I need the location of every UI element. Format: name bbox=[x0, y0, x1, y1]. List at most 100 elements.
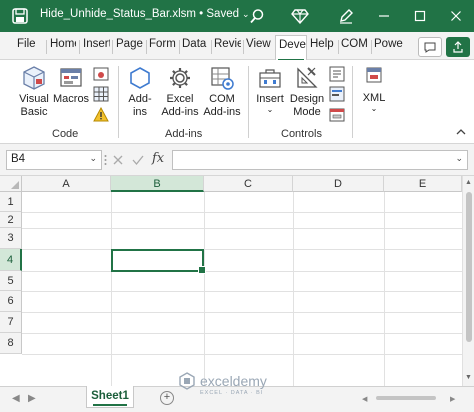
horizontal-scrollbar[interactable]: ◀ ▶ bbox=[360, 393, 460, 403]
cancel-icon[interactable] bbox=[112, 154, 124, 166]
select-all-button[interactable] bbox=[0, 176, 22, 192]
insert-control-button[interactable]: Insert ⌄ bbox=[254, 65, 286, 114]
column-header-a[interactable]: A bbox=[22, 176, 111, 192]
gear-icon bbox=[170, 68, 190, 88]
pen-icon[interactable] bbox=[334, 4, 358, 28]
excel-save-icon[interactable] bbox=[8, 4, 32, 28]
share-button[interactable] bbox=[446, 37, 470, 57]
restore-icon[interactable] bbox=[408, 4, 432, 28]
ribbon-developer: Visual Basic Macros Code Add- ins Excel … bbox=[0, 60, 474, 144]
close-icon[interactable] bbox=[444, 4, 468, 28]
visual-basic-button[interactable]: Visual Basic bbox=[14, 65, 54, 119]
ribbon-tabs: File Home Insert Page Form Data Revie Vi… bbox=[0, 32, 474, 61]
macros-button[interactable]: Macros bbox=[53, 65, 89, 106]
xml-source-icon[interactable] bbox=[366, 67, 382, 83]
row-header-8[interactable]: 8 bbox=[0, 333, 22, 354]
grid-line bbox=[22, 291, 462, 292]
row-header-5[interactable]: 5 bbox=[0, 271, 22, 291]
insert-control-label: Insert bbox=[256, 93, 284, 105]
column-header-e[interactable]: E bbox=[384, 176, 462, 192]
formula-bar: B4 ⌄ fx ⌄ bbox=[0, 144, 474, 176]
name-box[interactable]: B4 ⌄ bbox=[6, 150, 102, 170]
run-dialog-icon[interactable] bbox=[329, 107, 345, 123]
grid-line bbox=[22, 249, 462, 250]
worksheet-grid[interactable]: A B C D E 1 2 3 4 5 6 7 8 ▲ ▼ bbox=[0, 176, 474, 386]
scrollbar-thumb[interactable] bbox=[466, 192, 472, 342]
tab-file[interactable]: File bbox=[17, 38, 39, 50]
tab-page-layout[interactable]: Page bbox=[116, 38, 144, 50]
com-add-ins-button[interactable]: COM Add-ins bbox=[202, 65, 242, 119]
properties-icon[interactable] bbox=[329, 66, 345, 82]
active-cell[interactable] bbox=[111, 249, 206, 274]
insert-function-icon[interactable]: fx bbox=[152, 151, 164, 166]
column-header-b[interactable]: B bbox=[111, 176, 204, 192]
document-title: Hide_Unhide_Status_Bar.xlsm • Saved bbox=[40, 8, 239, 20]
formula-buttons: fx bbox=[108, 150, 168, 170]
toolbox-icon bbox=[259, 69, 281, 88]
tab-formulas[interactable]: Form bbox=[149, 38, 177, 50]
tab-separator bbox=[211, 40, 212, 54]
row-header-1[interactable]: 1 bbox=[0, 192, 22, 212]
comment-button[interactable] bbox=[418, 37, 442, 57]
add-ins-button[interactable]: Add- ins bbox=[124, 65, 156, 119]
com-add-ins-label: COM Add-ins bbox=[203, 93, 241, 118]
record-macro-icon[interactable] bbox=[93, 66, 109, 82]
tab-separator bbox=[46, 40, 47, 54]
diamond-icon[interactable] bbox=[288, 4, 312, 28]
group-separator bbox=[248, 66, 249, 138]
macros-icon bbox=[60, 68, 82, 87]
next-sheet-icon[interactable]: ▶ bbox=[28, 393, 36, 404]
design-mode-button[interactable]: Design Mode bbox=[289, 65, 325, 119]
minimize-icon[interactable] bbox=[372, 4, 396, 28]
grid-line bbox=[22, 333, 462, 334]
relative-references-icon[interactable] bbox=[93, 86, 109, 102]
chevron-down-icon: ⌄ bbox=[266, 105, 274, 114]
name-box-value: B4 bbox=[11, 153, 26, 165]
xml-button[interactable]: XML ⌄ bbox=[358, 92, 390, 113]
column-header-c[interactable]: C bbox=[204, 176, 293, 192]
column-header-d[interactable]: D bbox=[293, 176, 384, 192]
comment-icon bbox=[424, 42, 436, 53]
code-group-label: Code bbox=[52, 128, 79, 140]
tab-help[interactable]: Help bbox=[310, 38, 335, 50]
row-header-7[interactable]: 7 bbox=[0, 312, 22, 333]
previous-sheet-icon[interactable]: ◀ bbox=[12, 393, 20, 404]
formula-input[interactable]: ⌄ bbox=[172, 150, 468, 170]
tab-power[interactable]: Powe bbox=[374, 38, 404, 50]
excel-add-ins-button[interactable]: Excel Add-ins bbox=[160, 65, 200, 119]
tab-home[interactable]: Home bbox=[50, 38, 76, 50]
tab-com[interactable]: COM bbox=[341, 38, 369, 50]
enter-icon[interactable] bbox=[132, 154, 144, 166]
group-separator bbox=[118, 66, 119, 138]
search-icon[interactable] bbox=[245, 4, 269, 28]
macro-security-icon[interactable] bbox=[93, 107, 109, 123]
tab-separator bbox=[146, 40, 147, 54]
add-sheet-button[interactable]: + bbox=[160, 391, 174, 405]
view-code-icon[interactable] bbox=[329, 86, 345, 102]
row-header-4[interactable]: 4 bbox=[0, 249, 22, 271]
collapse-ribbon-icon[interactable] bbox=[456, 128, 466, 136]
drag-handle-icon[interactable] bbox=[104, 154, 107, 166]
chevron-down-icon[interactable]: ⌄ bbox=[89, 153, 97, 164]
vertical-scrollbar[interactable]: ▲ ▼ bbox=[462, 176, 474, 386]
chevron-down-icon[interactable]: ⌄ bbox=[455, 153, 463, 164]
watermark-name: exceldemy bbox=[200, 373, 267, 389]
tab-view[interactable]: View bbox=[246, 38, 272, 50]
share-icon bbox=[453, 41, 463, 53]
tab-insert[interactable]: Insert bbox=[83, 38, 110, 50]
grid-line bbox=[22, 271, 462, 272]
row-header-2[interactable]: 2 bbox=[0, 212, 22, 228]
group-separator bbox=[352, 66, 353, 138]
excel-add-ins-label: Excel Add-ins bbox=[161, 93, 199, 118]
tab-developer[interactable]: Deve bbox=[275, 35, 307, 61]
row-header-6[interactable]: 6 bbox=[0, 291, 22, 312]
grid-line bbox=[22, 212, 462, 213]
tab-data[interactable]: Data bbox=[182, 38, 208, 50]
svg-text:▶: ▶ bbox=[450, 396, 456, 403]
sheet-tab-sheet1[interactable]: Sheet1 bbox=[86, 386, 134, 408]
row-header-3[interactable]: 3 bbox=[0, 228, 22, 249]
scroll-up-icon[interactable]: ▲ bbox=[465, 179, 472, 186]
tab-review[interactable]: Revie bbox=[214, 38, 241, 50]
scroll-down-icon[interactable]: ▼ bbox=[465, 374, 472, 381]
svg-text:◀: ◀ bbox=[362, 396, 368, 403]
